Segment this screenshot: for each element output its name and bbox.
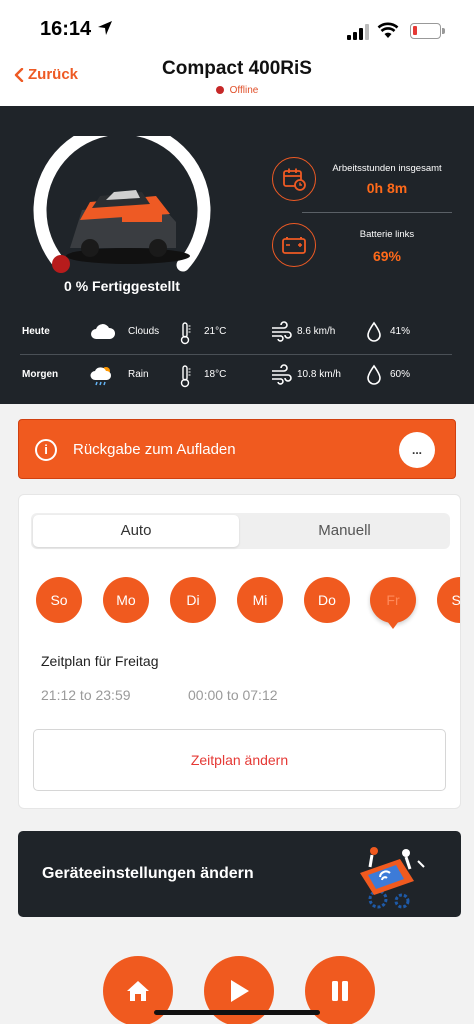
device-settings-label: Geräteeinstellungen ändern — [42, 865, 254, 882]
battery-label: Batterie links — [359, 229, 415, 240]
schedule-card: Auto Manuell So Mo Di Mi Do Fr Sa Zeitpl… — [18, 494, 461, 809]
thermometer-icon — [180, 322, 191, 345]
info-icon: i — [35, 439, 57, 461]
weather-row-tomorrow: Morgen Rain 18°C 10.8 km/h 60% — [0, 364, 474, 388]
day-pill-do[interactable]: Do — [304, 577, 350, 623]
pause-icon — [332, 981, 348, 1001]
status-bar: 16:14 — [0, 0, 474, 54]
settings-illustration-icon — [360, 847, 425, 909]
day-pill-fr[interactable]: Fr — [370, 577, 416, 623]
working-hours-icon-circle — [272, 157, 316, 201]
weather-day: Heute — [22, 326, 50, 337]
selected-day-pointer — [387, 621, 399, 629]
weather-temp: 18°C — [204, 369, 227, 380]
rain-cloud-icon — [90, 367, 112, 386]
mode-auto-tab[interactable]: Auto — [33, 515, 239, 547]
page-title: Compact 400RiS — [162, 58, 312, 79]
wind-icon — [272, 321, 292, 342]
day-pill-so[interactable]: So — [36, 577, 82, 623]
schedule-title: Zeitplan für Freitag — [41, 653, 159, 669]
weather-divider — [20, 354, 452, 355]
time-range: 00:00 to 07:12 — [188, 687, 278, 703]
thermometer-icon — [180, 365, 191, 388]
day-pill-mi[interactable]: Mi — [237, 577, 283, 623]
day-pill-sa[interactable]: Sa — [437, 577, 460, 623]
progress-label: 0 % Fertiggestellt — [64, 278, 180, 294]
droplet-icon — [367, 321, 381, 342]
device-status: Offline — [0, 85, 474, 96]
nav-bar: Zurück Compact 400RiS Offline — [0, 54, 474, 106]
wifi-icon — [377, 22, 399, 38]
battery-icon — [282, 237, 306, 254]
working-hours-label: Arbeitsstunden insgesamt — [332, 163, 442, 174]
status-time: 16:14 — [40, 18, 92, 40]
weather-day: Morgen — [22, 369, 59, 380]
weather-row-today: Heute Clouds 21°C 8.6 km/h 41% — [0, 321, 474, 345]
day-pill-di[interactable]: Di — [170, 577, 216, 623]
mower-image — [66, 190, 190, 264]
stat-divider — [302, 212, 452, 213]
alert-text: Rückgabe zum Aufladen — [73, 441, 236, 458]
mower-status-panel: 0 % Fertiggestellt Arbeitsstunden insges… — [0, 106, 474, 404]
weather-humidity: 41% — [390, 326, 411, 337]
offline-dot-icon — [215, 86, 224, 94]
battery-level-icon-circle — [272, 223, 316, 267]
home-indicator — [154, 1010, 320, 1015]
time-range: 21:12 to 23:59 — [41, 687, 131, 703]
mode-toggle: Auto Manuell — [31, 513, 450, 549]
weather-condition: Rain — [128, 369, 149, 380]
progress-gauge — [33, 136, 211, 273]
weather-temp: 21°C — [204, 326, 227, 337]
weather-condition: Clouds — [128, 326, 160, 337]
battery-status-icon — [410, 23, 445, 39]
weather-wind: 10.8 km/h — [297, 369, 341, 380]
change-schedule-button[interactable]: Zeitplan ändern — [33, 729, 446, 791]
day-pill-mo[interactable]: Mo — [103, 577, 149, 623]
battery-value: 69% — [372, 248, 402, 264]
home-icon — [127, 981, 149, 1001]
mode-manual-tab[interactable]: Manuell — [241, 515, 448, 547]
day-selector: So Mo Di Mi Do Fr Sa — [19, 577, 460, 637]
calendar-clock-icon — [283, 168, 306, 191]
cellular-signal-icon — [347, 24, 369, 40]
cloud-icon — [91, 324, 116, 339]
play-icon — [231, 980, 249, 1002]
wind-icon — [272, 364, 292, 385]
location-arrow-icon — [98, 21, 112, 35]
droplet-icon — [367, 364, 381, 385]
device-status-label: Offline — [229, 85, 259, 96]
weather-humidity: 60% — [390, 369, 411, 380]
weather-wind: 8.6 km/h — [297, 326, 336, 337]
working-hours-value: 0h 8m — [366, 180, 408, 196]
device-settings-button[interactable]: Geräteeinstellungen ändern — [18, 831, 461, 917]
return-to-charge-banner[interactable]: i Rückgabe zum Aufladen ... — [18, 419, 456, 479]
more-options-button[interactable]: ... — [399, 432, 435, 468]
